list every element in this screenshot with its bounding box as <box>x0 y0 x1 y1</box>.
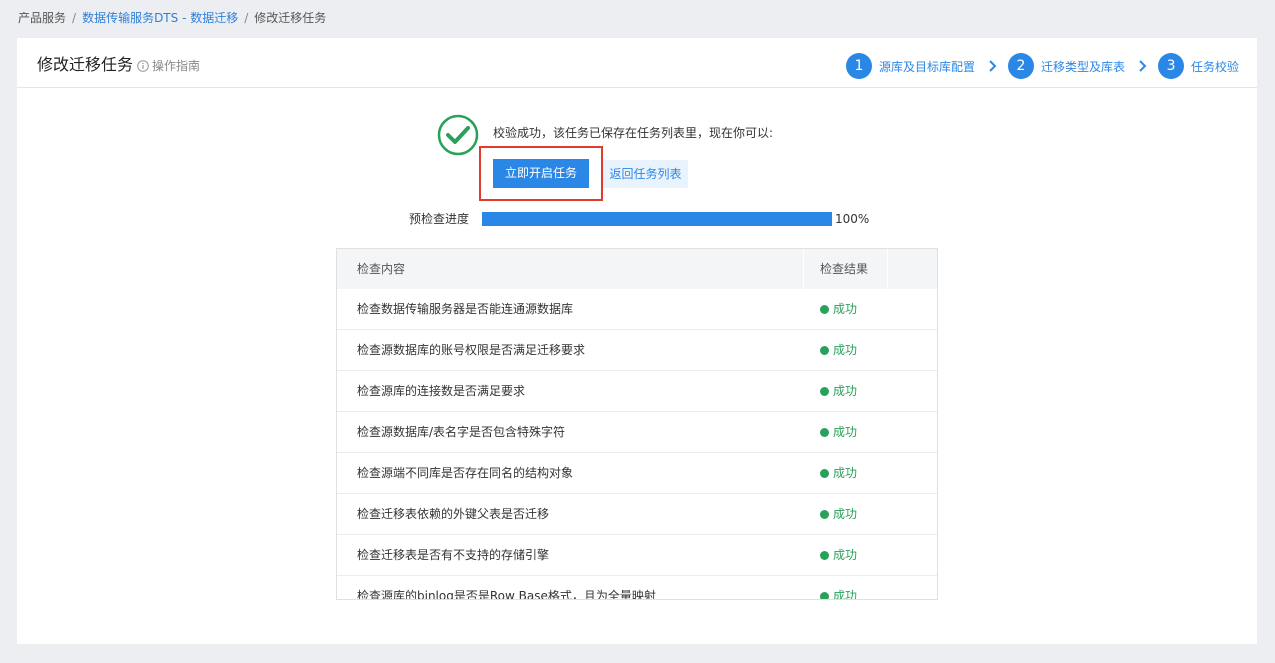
success-message: 校验成功，该任务已保存在任务列表里，现在你可以: <box>493 126 774 140</box>
check-status: 成功 <box>804 453 888 493</box>
status-dot-icon <box>820 468 829 478</box>
step-label: 源库及目标库配置 <box>879 59 976 74</box>
progress-bar <box>482 212 832 226</box>
check-item: 检查数据传输服务器是否能连通源数据库 <box>357 302 574 316</box>
step-number: 2 <box>1008 53 1035 79</box>
guide-link[interactable]: 操作指南 <box>137 58 200 74</box>
table-row: 检查源库的连接数是否满足要求 成功 <box>337 371 937 412</box>
progress-fill <box>482 212 832 226</box>
chevron-right-icon <box>989 60 997 72</box>
status-dot-icon <box>820 550 829 560</box>
step-2: 2 迁移类型及库表 <box>1008 53 1125 79</box>
header-spacer <box>888 249 937 289</box>
table-row: 检查迁移表是否有不支持的存储引擎 成功 <box>337 535 937 576</box>
guide-label: 操作指南 <box>152 59 201 73</box>
info-icon <box>137 60 149 72</box>
check-item: 检查源库的连接数是否满足要求 <box>357 384 526 398</box>
check-status: 成功 <box>804 576 888 599</box>
step-indicator: 1 源库及目标库配置 2 迁移类型及库表 3 任务校验 <box>846 53 1239 79</box>
header-check-result: 检查结果 <box>804 249 888 289</box>
status-dot-icon <box>820 386 829 396</box>
panel-header: 修改迁移任务 操作指南 1 源库及目标库配置 2 迁移类型及库表 3 任务校验 <box>17 38 1257 88</box>
status-dot-icon <box>820 591 829 599</box>
status-text: 成功 <box>833 384 858 398</box>
breadcrumb-products[interactable]: 产品服务 <box>18 11 66 25</box>
status-text: 成功 <box>833 548 858 562</box>
step-label: 迁移类型及库表 <box>1041 59 1126 74</box>
table-row: 检查源端不同库是否存在同名的结构对象 成功 <box>337 453 937 494</box>
check-status: 成功 <box>804 330 888 370</box>
check-item: 检查源端不同库是否存在同名的结构对象 <box>357 466 574 480</box>
table-row: 检查源数据库的账号权限是否满足迁移要求 成功 <box>337 330 937 371</box>
breadcrumb-dts-migration[interactable]: 数据传输服务DTS - 数据迁移 <box>82 11 238 25</box>
status-dot-icon <box>820 345 829 355</box>
header-check-content: 检查内容 <box>337 249 804 289</box>
check-status: 成功 <box>804 289 888 329</box>
status-text: 成功 <box>833 589 858 599</box>
check-status: 成功 <box>804 412 888 452</box>
check-item: 检查源数据库的账号权限是否满足迁移要求 <box>357 343 586 357</box>
status-text: 成功 <box>833 343 858 357</box>
status-dot-icon <box>820 509 829 519</box>
check-status: 成功 <box>804 535 888 575</box>
breadcrumb-current: 修改迁移任务 <box>254 11 327 25</box>
table-row: 检查迁移表依赖的外键父表是否迁移 成功 <box>337 494 937 535</box>
check-item: 检查迁移表是否有不支持的存储引擎 <box>357 548 550 562</box>
step-number: 3 <box>1158 53 1185 79</box>
progress-label: 预检查进度 <box>409 212 470 226</box>
status-text: 成功 <box>833 466 858 480</box>
step-1: 1 源库及目标库配置 <box>846 53 975 79</box>
start-task-button[interactable]: 立即开启任务 <box>493 159 589 188</box>
table-header: 检查内容 检查结果 <box>337 249 937 289</box>
check-status: 成功 <box>804 494 888 534</box>
check-item: 检查源数据库/表名字是否包含特殊字符 <box>357 425 566 439</box>
check-table: 检查内容 检查结果 检查数据传输服务器是否能连通源数据库 成功 检查源数据库的账… <box>336 248 938 600</box>
check-item: 检查源库的binlog是否是Row Base格式，且为全量映射 <box>357 589 656 599</box>
table-row: 检查源数据库/表名字是否包含特殊字符 成功 <box>337 412 937 453</box>
status-dot-icon <box>820 427 829 437</box>
main-panel: 修改迁移任务 操作指南 1 源库及目标库配置 2 迁移类型及库表 3 任务校验 … <box>17 38 1257 644</box>
status-text: 成功 <box>833 425 858 439</box>
page-title: 修改迁移任务 <box>37 55 134 74</box>
chevron-right-icon <box>1139 60 1147 72</box>
progress-percent: 100% <box>835 212 870 226</box>
breadcrumb-separator: / <box>244 11 249 25</box>
table-row: 检查源库的binlog是否是Row Base格式，且为全量映射 成功 <box>337 576 937 599</box>
step-label: 任务校验 <box>1191 59 1240 74</box>
table-row: 检查数据传输服务器是否能连通源数据库 成功 <box>337 289 937 330</box>
back-to-list-button[interactable]: 返回任务列表 <box>603 160 688 188</box>
table-body[interactable]: 检查数据传输服务器是否能连通源数据库 成功 检查源数据库的账号权限是否满足迁移要… <box>337 289 937 599</box>
breadcrumb-separator: / <box>72 11 77 25</box>
step-3: 3 任务校验 <box>1158 53 1239 79</box>
status-text: 成功 <box>833 507 858 521</box>
step-number: 1 <box>846 53 872 79</box>
check-circle-icon <box>437 114 479 156</box>
check-status: 成功 <box>804 371 888 411</box>
status-text: 成功 <box>833 302 858 316</box>
breadcrumb: 产品服务 / 数据传输服务DTS - 数据迁移 / 修改迁移任务 <box>18 9 326 27</box>
status-dot-icon <box>820 304 829 314</box>
check-item: 检查迁移表依赖的外键父表是否迁移 <box>357 507 550 521</box>
